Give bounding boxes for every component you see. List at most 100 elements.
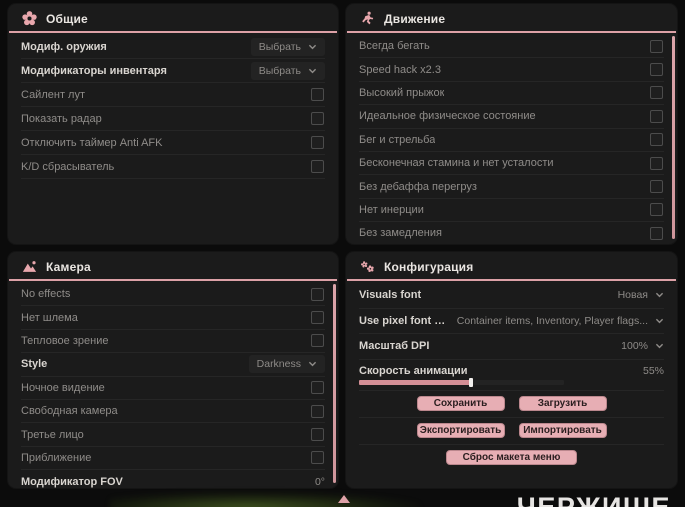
dropdown[interactable]: Выбрать — [250, 61, 325, 80]
option-row: Свободная камера — [21, 400, 325, 424]
flower-gear-icon — [22, 11, 37, 26]
chevron-down-icon — [308, 68, 317, 74]
scrollbar[interactable] — [333, 284, 336, 483]
panel-body: Модиф. оружия Выбрать Модификаторы инвента… — [8, 33, 338, 244]
row-label: Идеальное физическое состояние — [359, 110, 536, 123]
checkbox[interactable] — [650, 39, 663, 53]
export-button[interactable]: Экспортировать — [416, 423, 505, 438]
dropdown[interactable]: Darkness — [248, 355, 325, 374]
checkbox[interactable] — [311, 428, 324, 442]
option-row: Visuals font Новая — [359, 283, 664, 309]
dropdown[interactable]: Выбрать — [250, 37, 325, 56]
game-background-strip: ЧЕРЖИШЕ — [0, 490, 685, 507]
row-label: Без замедления — [359, 227, 442, 240]
row-label: Бег и стрельба — [359, 133, 436, 146]
option-row: Ночное видение — [21, 377, 325, 400]
dropdown-value: Darkness — [256, 358, 301, 371]
slider-label-row: Скорость анимации 55% — [359, 365, 664, 377]
row-label: Модификатор FOV — [21, 476, 123, 488]
button-row: Экспортировать Импортировать — [359, 418, 664, 445]
option-row: Сайлент лут — [21, 83, 325, 107]
watermark-text: ЧЕРЖИШЕ — [516, 492, 671, 507]
checkbox[interactable] — [650, 109, 663, 123]
panel-title: Общие — [46, 11, 88, 26]
option-row: Идеальное физическое состояние — [359, 105, 664, 129]
row-label: Style — [21, 358, 48, 371]
checkbox[interactable] — [650, 133, 663, 147]
panel-header: Общие — [8, 4, 338, 31]
option-row: Нет инерции — [359, 199, 664, 223]
chevron-down-icon — [655, 343, 664, 349]
checkbox[interactable] — [311, 88, 324, 101]
option-row: Без замедления — [359, 222, 664, 244]
checkbox[interactable] — [311, 136, 324, 149]
panel-general: Общие Модиф. оружия Выбрать Модификаторы ин… — [8, 4, 338, 244]
option-row: Всегда бегать — [359, 35, 664, 59]
dropdown[interactable]: Новая — [610, 286, 664, 304]
dropdown[interactable]: Container items, Inventory, Player flags… — [449, 312, 664, 330]
checkbox[interactable] — [650, 180, 663, 194]
row-label: Сайлент лут — [21, 88, 85, 101]
checkbox[interactable] — [650, 63, 663, 77]
checkbox[interactable] — [311, 160, 324, 173]
checkbox[interactable] — [311, 287, 324, 301]
checkbox[interactable] — [650, 86, 663, 100]
row-label: Свободная камера — [21, 405, 118, 418]
option-row: Speed hack x2.3 — [359, 58, 664, 82]
row-label: Приближение — [21, 451, 92, 464]
checkbox[interactable] — [311, 451, 324, 465]
option-row: No effects — [21, 283, 325, 307]
panel-body: No effects Нет шлема Тепловое зрение Style D… — [8, 281, 338, 488]
option-row: Тепловое зрение — [21, 330, 325, 354]
checkbox[interactable] — [311, 381, 324, 395]
slider-value: 0° — [314, 476, 325, 488]
scrollbar[interactable] — [672, 36, 675, 239]
checkbox[interactable] — [650, 156, 663, 170]
dropdown[interactable]: 100% — [613, 337, 664, 355]
panel-grid: Общие Модиф. оружия Выбрать Модификаторы ин… — [8, 4, 677, 488]
option-row: Нет шлема — [21, 306, 325, 330]
runner-icon — [360, 11, 375, 26]
row-label: Высокий прыжок — [359, 86, 445, 99]
dropdown-value: Новая — [617, 289, 648, 302]
panel-camera: Камера No effects Нет шлема Тепловое зрение… — [8, 252, 338, 488]
option-row: Третье лицо — [21, 423, 325, 447]
checkbox[interactable] — [311, 112, 324, 125]
checkbox[interactable] — [650, 226, 663, 240]
import-button[interactable]: Импортировать — [518, 423, 607, 438]
row-label: Use pixel font for — [359, 314, 449, 327]
option-row: Style Darkness — [21, 353, 325, 377]
checkbox[interactable] — [311, 334, 324, 348]
row-label: Без дебаффа перегруз — [359, 180, 477, 193]
option-row: Отключить таймер Anti AFK — [21, 131, 325, 155]
checkbox[interactable] — [650, 203, 663, 217]
panel-title: Движение — [384, 11, 446, 26]
slider[interactable] — [359, 377, 564, 387]
trainer-overlay: Общие Модиф. оружия Выбрать Модификаторы ин… — [0, 0, 685, 507]
dropdown-value: 100% — [621, 340, 648, 353]
panel-header: Движение — [346, 4, 677, 31]
load-button[interactable]: Загрузить — [518, 396, 607, 411]
gears-icon — [360, 259, 375, 274]
row-label: Масштаб DPI — [359, 340, 430, 353]
row-label: Показать радар — [21, 112, 102, 125]
panel-title: Камера — [46, 259, 91, 274]
button-row: Сброс макета меню — [359, 445, 664, 471]
checkbox[interactable] — [311, 404, 324, 418]
checkbox[interactable] — [311, 311, 324, 325]
row-label: No effects — [21, 288, 71, 301]
panel-header: Конфигурация — [346, 252, 677, 279]
slider-label-row: Модификатор FOV 0° — [21, 476, 325, 488]
option-row: Бег и стрельба — [359, 129, 664, 152]
save-button[interactable]: Сохранить — [416, 396, 505, 411]
menu-collapse-arrow-icon[interactable] — [338, 495, 350, 503]
dropdown-value: Container items, Inventory, Player flags… — [456, 314, 648, 327]
reset-menu-layout-button[interactable]: Сброс макета меню — [445, 450, 578, 465]
row-label: Модификаторы инвентаря — [21, 64, 167, 77]
row-label: Visuals font — [359, 289, 422, 302]
slider-fill — [359, 379, 472, 385]
slider-handle[interactable] — [468, 377, 473, 387]
row-label: Нет инерции — [359, 203, 424, 216]
dropdown-value: Выбрать — [258, 40, 301, 53]
panel-config: Конфигурация Visuals font Новая Use pixel f… — [346, 252, 677, 488]
